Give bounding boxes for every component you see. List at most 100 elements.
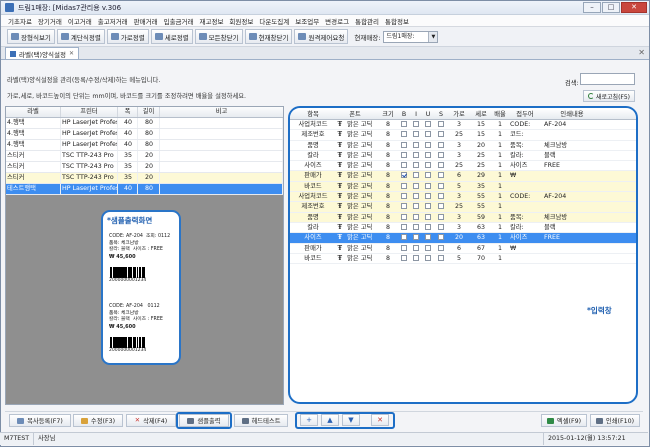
checkbox-i[interactable]	[413, 244, 419, 251]
cascade-button[interactable]: 계단식정렬	[56, 29, 105, 44]
cell-x[interactable]: 25	[448, 202, 470, 211]
cell-i[interactable]	[410, 161, 422, 170]
cell-prefix[interactable]: CODE:	[508, 192, 542, 201]
cell-s[interactable]	[434, 192, 448, 201]
cell-i[interactable]	[410, 141, 422, 150]
cell-prefix[interactable]: ₩	[508, 244, 542, 253]
cell-b[interactable]	[398, 213, 410, 222]
cell-y[interactable]: 35	[470, 182, 492, 191]
checkbox-i[interactable]	[413, 254, 419, 261]
cell-u[interactable]	[422, 130, 434, 139]
header-cell[interactable]: 접두어	[508, 110, 542, 119]
cell-i[interactable]	[410, 213, 422, 222]
cell-s[interactable]	[434, 171, 448, 180]
cell-content[interactable]	[542, 254, 602, 263]
cell-s[interactable]	[434, 202, 448, 211]
cell-font[interactable]: Ŧ 맑은 고딕	[332, 182, 378, 191]
cell-s[interactable]	[434, 233, 448, 242]
header-cell[interactable]: 인쇄내용	[542, 110, 602, 119]
checkbox-b[interactable]	[401, 223, 407, 230]
checkbox-u[interactable]	[425, 223, 431, 230]
cell-x[interactable]: 3	[448, 192, 470, 201]
cell-scale[interactable]: 1	[492, 130, 508, 139]
cell-content[interactable]	[542, 130, 602, 139]
cell-i[interactable]	[410, 130, 422, 139]
cell-prefix[interactable]: 칼라:	[508, 151, 542, 160]
cell-font[interactable]: Ŧ 맑은 고딕	[332, 223, 378, 232]
cell-x[interactable]: 3	[448, 151, 470, 160]
cell-s[interactable]	[434, 254, 448, 263]
menu-item[interactable]: 변경로그	[322, 16, 352, 26]
cell-i[interactable]	[410, 192, 422, 201]
cell-content[interactable]	[542, 182, 602, 191]
cell-prefix[interactable]	[508, 202, 542, 211]
cell-y[interactable]: 63	[470, 233, 492, 242]
cell-x[interactable]: 3	[448, 223, 470, 232]
cell-content[interactable]	[542, 171, 602, 180]
header-note[interactable]: 비고	[160, 107, 283, 117]
cell-u[interactable]	[422, 161, 434, 170]
cell-font[interactable]: Ŧ 맑은 고딕	[332, 202, 378, 211]
checkbox-u[interactable]	[425, 131, 431, 138]
header-cell[interactable]: U	[422, 110, 434, 119]
cell-font[interactable]: Ŧ 맑은 고딕	[332, 120, 378, 129]
cell-x[interactable]: 5	[448, 254, 470, 263]
cell-scale[interactable]: 1	[492, 202, 508, 211]
cell-scale[interactable]: 1	[492, 141, 508, 150]
checkbox-s[interactable]	[438, 121, 444, 127]
horizontal-tile-button[interactable]: 가로정렬	[106, 29, 149, 44]
cell-b[interactable]	[398, 130, 410, 139]
menu-item[interactable]: 보조업무	[292, 16, 322, 26]
cell-b[interactable]	[398, 171, 410, 180]
cell-y[interactable]: 15	[470, 120, 492, 129]
cell-x[interactable]: 6	[448, 244, 470, 253]
cell-scale[interactable]: 1	[492, 120, 508, 129]
cell-scale[interactable]: 1	[492, 151, 508, 160]
move-down-button[interactable]: ▼	[342, 414, 360, 426]
menu-item[interactable]: 통합정보	[382, 16, 412, 26]
checkbox-s[interactable]	[438, 244, 444, 251]
header-cell[interactable]: S	[434, 110, 448, 119]
cell-y[interactable]: 63	[470, 223, 492, 232]
checkbox-u[interactable]	[425, 234, 431, 241]
checkbox-b[interactable]	[401, 193, 407, 200]
table-row[interactable]: 사이즈 Ŧ 맑은 고딕 8 20 63 1 사이즈 FREE	[290, 233, 636, 244]
cell-i[interactable]	[410, 120, 422, 129]
menu-item[interactable]: 다운도집계	[256, 16, 292, 26]
cell-s[interactable]	[434, 120, 448, 129]
table-row[interactable]: 테스트행택 HP LaserJet Profes 40 80	[6, 184, 283, 195]
cell-b[interactable]	[398, 244, 410, 253]
checkbox-i[interactable]	[413, 151, 419, 158]
cell-x[interactable]: 3	[448, 141, 470, 150]
cell-i[interactable]	[410, 202, 422, 211]
close-current-button[interactable]: 현재창닫기	[244, 29, 293, 44]
cell-prefix[interactable]: CODE:	[508, 120, 542, 129]
table-row[interactable]: 스티커 TSC TTP-243 Pro 35 20	[6, 173, 283, 184]
checkbox-i[interactable]	[413, 213, 419, 220]
cell-b[interactable]	[398, 254, 410, 263]
menu-item[interactable]: 재고정보	[197, 16, 227, 26]
header-cell[interactable]: 폰트	[332, 110, 378, 119]
cell-font[interactable]: Ŧ 맑은 고딕	[332, 141, 378, 150]
tab-label-settings[interactable]: 라벨(택)양식설정 ✕	[5, 47, 79, 59]
vertical-tile-button[interactable]: 세로정렬	[150, 29, 193, 44]
close-tab-icon[interactable]: ✕	[638, 48, 645, 57]
cell-i[interactable]	[410, 244, 422, 253]
cell-i[interactable]	[410, 254, 422, 263]
table-row[interactable]: 제조번호 Ŧ 맑은 고딕 8 25 15 1 코드:	[290, 130, 636, 141]
cell-i[interactable]	[410, 171, 422, 180]
checkbox-s[interactable]	[438, 254, 444, 261]
checkbox-s[interactable]	[438, 151, 444, 158]
edit-button[interactable]: 수정(F3)	[73, 414, 123, 427]
cell-b[interactable]	[398, 151, 410, 160]
search-input[interactable]	[580, 73, 635, 85]
cell-scale[interactable]: 1	[492, 233, 508, 242]
cell-content[interactable]: FREE	[542, 161, 602, 170]
cell-content[interactable]: FREE	[542, 233, 602, 242]
cell-y[interactable]: 59	[470, 213, 492, 222]
menu-item[interactable]: 판매거래	[131, 16, 161, 26]
table-row[interactable]: 제조번호 Ŧ 맑은 고딕 8 25 55 1	[290, 202, 636, 213]
header-cell[interactable]: B	[398, 110, 410, 119]
cell-font[interactable]: Ŧ 맑은 고딕	[332, 151, 378, 160]
cell-font[interactable]: Ŧ 맑은 고딕	[332, 233, 378, 242]
